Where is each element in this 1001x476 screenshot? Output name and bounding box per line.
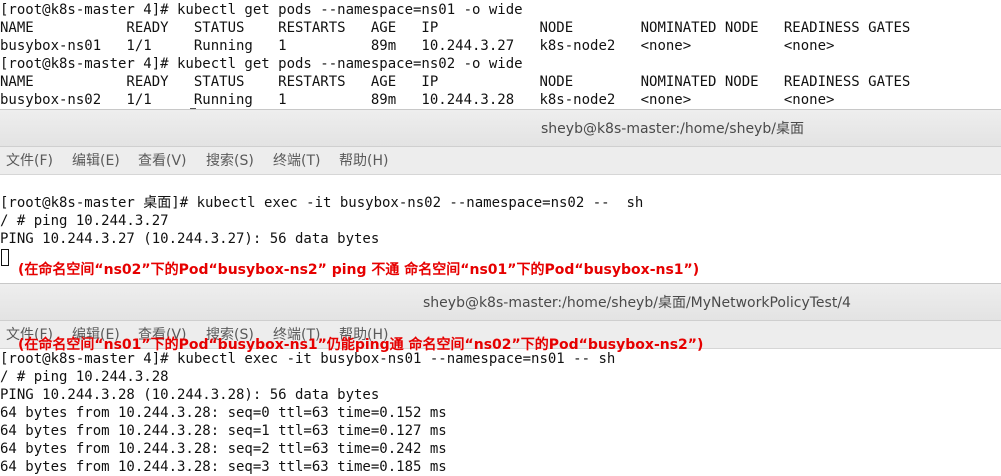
terminal-line: [root@k8s-master 4]# kubectl get pods --… [0, 2, 523, 18]
terminal-line: [root@k8s-master 4]# kubectl get pods --… [0, 56, 523, 72]
menu-search[interactable]: 搜索(S) [206, 147, 254, 175]
menu-bar: 文件(F) 编辑(E) 查看(V) 搜索(S) 终端(T) 帮助(H) [0, 147, 1001, 175]
terminal-line: [root@k8s-master 4]# kubectl exec -it bu… [0, 351, 616, 367]
terminal-line: 64 bytes from 10.244.3.28: seq=2 ttl=63 … [0, 441, 447, 457]
menu-file[interactable]: 文件(F) [6, 147, 53, 175]
terminal-line: / # ping 10.244.3.27 [0, 213, 169, 229]
menu-help[interactable]: 帮助(H) [339, 147, 388, 175]
terminal-window-ns01[interactable]: sheyb@k8s-master:/home/sheyb/桌面/MyNetwor… [0, 283, 1001, 475]
terminal-line: NAME READY STATUS RESTARTS AGE IP NODE N… [0, 20, 911, 36]
window-titlebar[interactable]: sheyb@k8s-master:/home/sheyb/桌面 [0, 109, 1001, 147]
terminal-line: 64 bytes from 10.244.3.28: seq=0 ttl=63 … [0, 405, 447, 421]
terminal-line: / # ping 10.244.3.28 [0, 369, 169, 385]
menu-view[interactable]: 查看(V) [138, 147, 187, 175]
terminal-line: 64 bytes from 10.244.3.28: seq=1 ttl=63 … [0, 423, 447, 439]
annotation-ping-fail: (在命名空间“ns02”下的Pod“busybox-ns2” ping 不通 命… [18, 262, 700, 278]
window-title: sheyb@k8s-master:/home/sheyb/桌面/MyNetwor… [423, 295, 851, 311]
terminal-line: PING 10.244.3.27 (10.244.3.27): 56 data … [0, 231, 380, 247]
menu-edit[interactable]: 编辑(E) [72, 147, 120, 175]
menu-terminal[interactable]: 终端(T) [273, 147, 320, 175]
terminal-cursor [1, 249, 9, 266]
window-titlebar[interactable]: sheyb@k8s-master:/home/sheyb/桌面/MyNetwor… [0, 283, 1001, 321]
terminal-line: PING 10.244.3.28 (10.244.3.28): 56 data … [0, 387, 380, 403]
terminal-line: busybox-ns01 1/1 Running 1 89m 10.244.3.… [0, 38, 835, 54]
window-title: sheyb@k8s-master:/home/sheyb/桌面 [541, 121, 804, 137]
terminal-line: 64 bytes from 10.244.3.28: seq=3 ttl=63 … [0, 459, 447, 475]
terminal-line: NAME READY STATUS RESTARTS AGE IP NODE N… [0, 74, 911, 90]
terminal-window-ns02[interactable]: sheyb@k8s-master:/home/sheyb/桌面 文件(F) 编辑… [0, 109, 1001, 287]
terminal-line: busybox-ns02 1/1 Running 1 89m 10.244.3.… [0, 92, 835, 108]
terminal-line: [root@k8s-master 桌面]# kubectl exec -it b… [0, 195, 644, 211]
